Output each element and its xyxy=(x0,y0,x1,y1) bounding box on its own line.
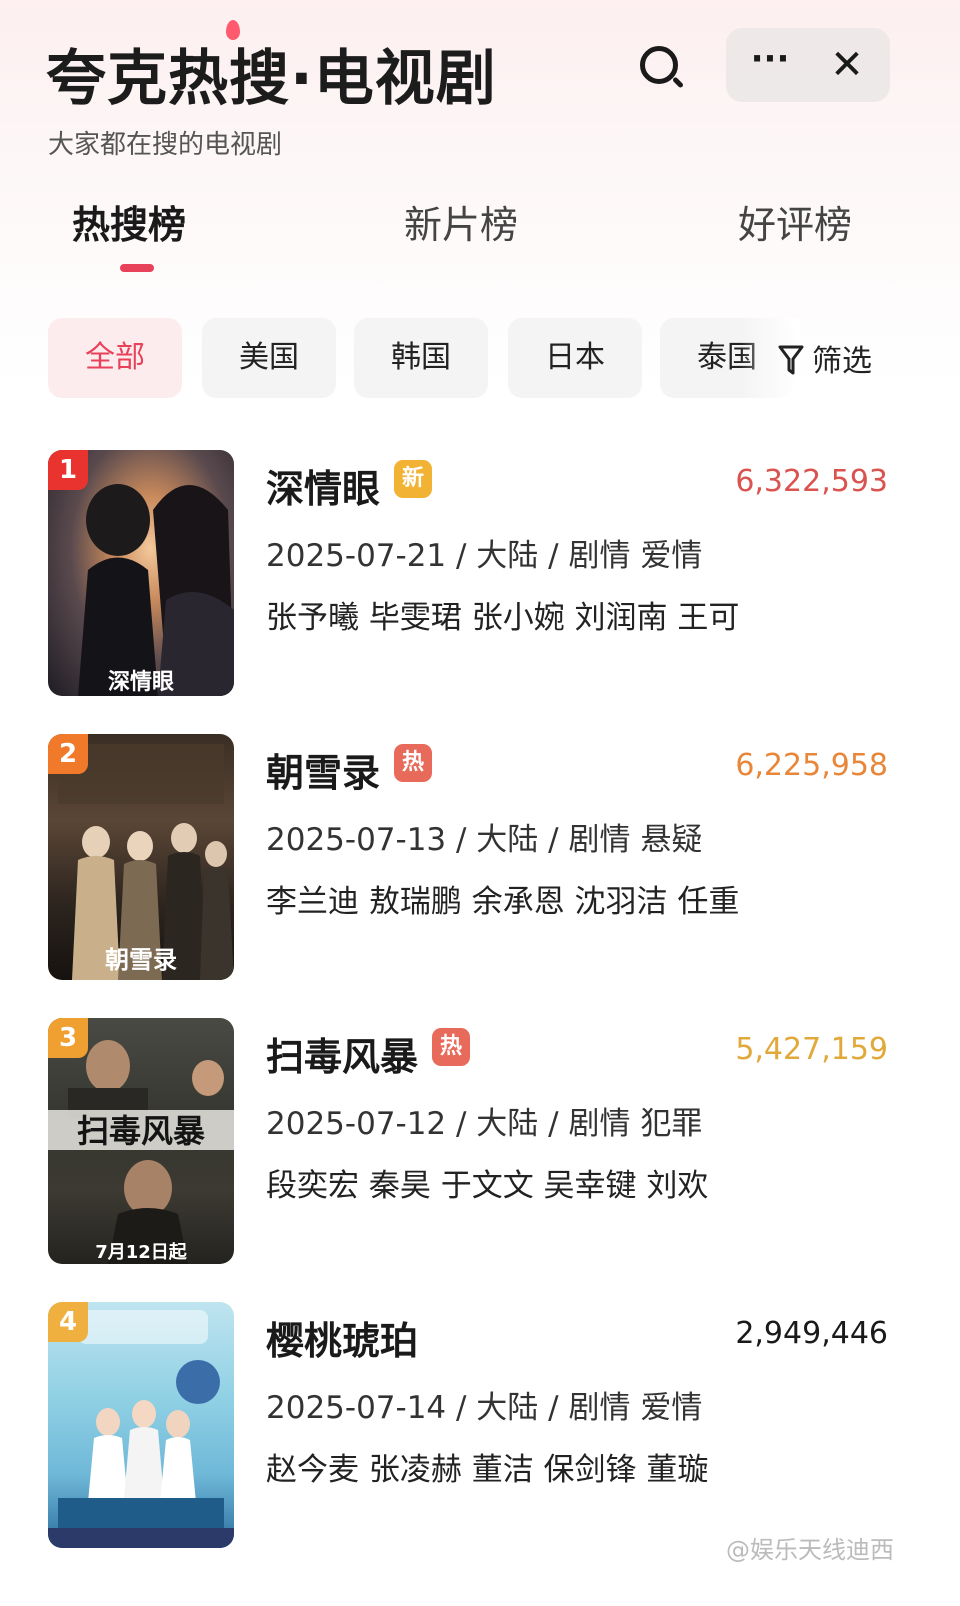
tab-hot-search[interactable]: 热搜榜 xyxy=(72,194,186,249)
new-badge: 新 xyxy=(394,460,432,498)
search-button[interactable] xyxy=(630,38,688,96)
list-item[interactable]: 1 深情眼 深情眼 新 6,322,593 2025-07-21 / 大陆 / … xyxy=(0,450,960,700)
filter-button[interactable]: 筛选 xyxy=(778,336,898,382)
show-meta: 2025-07-12 / 大陆 / 剧情 犯罪 xyxy=(266,1106,703,1142)
poster-image[interactable]: 扫毒风暴 3 7月12日起 xyxy=(48,1018,234,1264)
heat-count: 2,949,446 xyxy=(735,1316,888,1351)
poster-caption: 朝雪录 xyxy=(105,945,177,974)
show-meta: 2025-07-21 / 大陆 / 剧情 爱情 xyxy=(266,538,703,574)
tab-active-indicator xyxy=(120,264,154,272)
page-title: 夸克热搜·电视剧 xyxy=(46,20,497,117)
flame-icon xyxy=(226,20,240,40)
search-icon-handle xyxy=(671,76,685,89)
hot-badge: 热 xyxy=(432,1028,470,1066)
show-title[interactable]: 朝雪录 xyxy=(266,742,380,797)
svg-text:扫毒风暴: 扫毒风暴 xyxy=(77,1112,205,1150)
list-item[interactable]: 扫毒风暴 3 7月12日起 扫毒风暴 热 5,427,159 2025-07-1… xyxy=(0,1018,960,1268)
ranking-tabs: 热搜榜 新片榜 好评榜 xyxy=(0,180,960,280)
chip-all[interactable]: 全部 xyxy=(48,318,182,398)
filter-label: 筛选 xyxy=(812,344,872,379)
region-filter-bar: 全部 美国 韩国 日本 泰国 筛选 xyxy=(0,318,960,400)
show-title[interactable]: 樱桃琥珀 xyxy=(266,1310,418,1365)
list-item[interactable]: 4 樱桃琥珀 2,949,446 2025-07-14 / 大陆 / 剧情 爱情… xyxy=(0,1302,960,1552)
show-meta: 2025-07-13 / 大陆 / 剧情 悬疑 xyxy=(266,822,703,858)
list-item[interactable]: 2 朝雪录 朝雪录 热 6,225,958 2025-07-13 / 大陆 / … xyxy=(0,734,960,984)
rank-badge: 4 xyxy=(48,1302,88,1342)
chip-japan[interactable]: 日本 xyxy=(508,318,642,398)
show-cast: 段奕宏 秦昊 于文文 吴幸键 刘欢 xyxy=(266,1168,709,1204)
page-subtitle: 大家都在搜的电视剧 xyxy=(48,130,283,160)
watermark: @娱乐天线迪西 xyxy=(726,1536,894,1564)
poster-image[interactable]: 2 朝雪录 xyxy=(48,734,234,980)
chip-korea[interactable]: 韩国 xyxy=(354,318,488,398)
tab-top-rated[interactable]: 好评榜 xyxy=(738,194,852,249)
show-cast: 李兰迪 敖瑞鹏 余承恩 沈羽洁 任重 xyxy=(266,884,740,920)
heat-count: 6,322,593 xyxy=(735,464,888,499)
rank-badge: 3 xyxy=(48,1018,88,1058)
show-meta: 2025-07-14 / 大陆 / 剧情 爱情 xyxy=(266,1390,703,1426)
show-cast: 赵今麦 张凌赫 董洁 保剑锋 董璇 xyxy=(266,1452,709,1488)
show-cast: 张予曦 毕雯珺 张小婉 刘润南 王可 xyxy=(266,600,740,636)
poster-image[interactable]: 1 深情眼 xyxy=(48,450,234,696)
show-title[interactable]: 扫毒风暴 xyxy=(266,1026,418,1081)
rank-badge: 1 xyxy=(48,450,88,490)
page-title-text: 夸克热搜·电视剧 xyxy=(46,44,497,114)
heat-count: 6,225,958 xyxy=(735,748,888,783)
rank-badge: 2 xyxy=(48,734,88,774)
close-button[interactable]: ✕ xyxy=(822,40,872,90)
more-button[interactable]: ··· xyxy=(744,42,796,88)
header: 夸克热搜·电视剧 大家都在搜的电视剧 ··· ✕ xyxy=(0,0,960,170)
show-title[interactable]: 深情眼 xyxy=(266,458,380,513)
poster-caption: 深情眼 xyxy=(107,669,174,695)
chip-usa[interactable]: 美国 xyxy=(202,318,336,398)
mini-program-capsule: ··· ✕ xyxy=(726,28,890,102)
poster-image[interactable]: 4 xyxy=(48,1302,234,1548)
hot-badge: 热 xyxy=(394,744,432,782)
heat-count: 5,427,159 xyxy=(735,1032,888,1067)
tab-new-releases[interactable]: 新片榜 xyxy=(404,194,518,249)
poster-caption: 7月12日起 xyxy=(95,1242,187,1263)
funnel-icon xyxy=(778,345,804,375)
